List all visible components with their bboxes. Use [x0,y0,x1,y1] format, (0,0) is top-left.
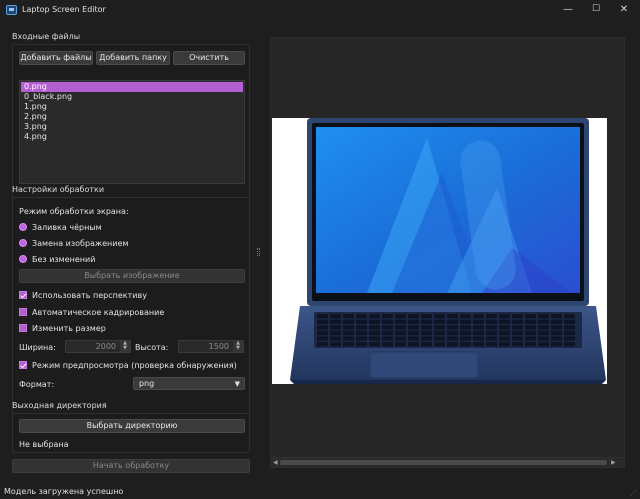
output-group: Выбрать директорию Не выбрана [12,413,250,453]
checkbox-icon [19,361,27,369]
mode-radio-fill-black[interactable]: Заливка чёрным [19,221,102,233]
format-label: Формат: [19,379,55,389]
scroll-left-icon[interactable]: ◀ [273,458,278,467]
window-title: Laptop Screen Editor [22,5,106,14]
preview-mode-checkbox[interactable]: Режим предпросмотра (проверка обнаружени… [19,359,237,371]
preview-image [272,118,607,384]
mode-radio-replace[interactable]: Замена изображением [19,237,128,249]
choose-image-button[interactable]: Выбрать изображение [19,269,245,283]
start-processing-button[interactable]: Начать обработку [12,459,250,473]
scroll-right-icon[interactable]: ▶ [611,458,616,467]
spin-arrows-icon[interactable]: ▲ ▼ [233,341,243,352]
checkbox-icon [19,324,27,332]
vertical-scrollbar[interactable] [608,38,624,458]
settings-panel: Входные файлы Добавить файлы Добавить па… [0,22,262,486]
radio-icon [19,255,27,263]
clear-button[interactable]: Очистить [173,51,245,65]
file-list[interactable]: 0.png 0_black.png 1.png 2.png 3.png 4.pn… [19,80,245,184]
add-files-button[interactable]: Добавить файлы [19,51,93,65]
output-title: Выходная директория [12,401,107,410]
processing-title: Настройки обработки [12,185,105,194]
status-text: Модель загружена успешно [4,487,124,496]
radio-icon [19,239,27,247]
app-icon [6,5,17,15]
resize-checkbox[interactable]: Изменить размер [19,322,106,334]
laptop-image-icon [290,118,606,384]
format-select[interactable]: png ▼ [133,377,245,390]
minimize-icon[interactable]: — [554,0,582,20]
height-spinbox[interactable]: 1500 ▲ ▼ [178,340,244,353]
add-folder-button[interactable]: Добавить папку [96,51,170,65]
mode-radio-none[interactable]: Без изменений [19,253,95,265]
width-label: Ширина: [19,342,56,352]
preview-panel: ◀ ▶ [270,37,625,468]
chevron-down-icon: ▼ [234,380,240,388]
splitter-handle[interactable] [257,248,260,256]
resize-grip-icon[interactable]: ⋰ [630,489,638,497]
title-bar: Laptop Screen Editor — ☐ ✕ [0,0,640,20]
mode-label: Режим обработки экрана: [19,206,129,216]
height-label: Высота: [135,342,169,352]
list-item[interactable]: 3.png [21,122,243,132]
width-spinbox[interactable]: 2000 ▲ ▼ [65,340,131,353]
horizontal-scrollbar[interactable]: ◀ ▶ [271,457,624,467]
auto-crop-checkbox[interactable]: Автоматическое кадрирование [19,306,164,318]
list-item[interactable]: 0.png [21,82,243,92]
checkbox-icon [19,308,27,316]
list-item[interactable]: 4.png [21,132,243,142]
close-icon[interactable]: ✕ [610,0,638,20]
maximize-icon[interactable]: ☐ [582,0,610,20]
status-bar: Модель загружена успешно ⋰ [0,486,640,499]
scrollbar-thumb[interactable] [280,460,607,465]
list-item[interactable]: 0_black.png [21,92,243,102]
output-dir-value: Не выбрана [19,439,69,449]
processing-group: Режим обработки экрана: Заливка чёрным З… [12,197,250,415]
list-item[interactable]: 2.png [21,112,243,122]
list-item[interactable]: 1.png [21,102,243,112]
checkbox-icon [19,291,27,299]
spin-arrows-icon[interactable]: ▲ ▼ [120,341,130,352]
input-files-group: Добавить файлы Добавить папку Очистить 0… [12,44,250,204]
use-perspective-checkbox[interactable]: Использовать перспективу [19,289,147,301]
choose-dir-button[interactable]: Выбрать директорию [19,419,245,433]
radio-icon [19,223,27,231]
input-files-title: Входные файлы [12,32,81,41]
